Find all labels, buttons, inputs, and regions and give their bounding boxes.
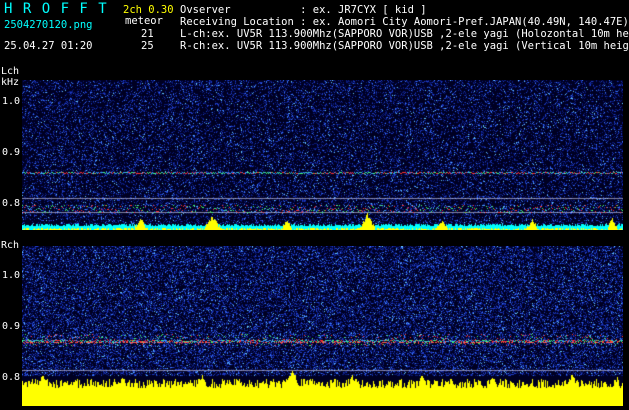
lch-meteor-count: 21 bbox=[141, 28, 154, 40]
rch-channel-label: Rch bbox=[1, 240, 20, 251]
lch-spectrogram bbox=[22, 80, 623, 230]
lch-waterfall-canvas bbox=[22, 80, 623, 230]
rch-ytick-0.8: 0.8 bbox=[1, 372, 20, 383]
mode-label: 2ch 0.30 bbox=[123, 4, 174, 16]
lch-ytick-1.0: 1.0 bbox=[1, 96, 20, 107]
rch-meteor-count: 25 bbox=[141, 40, 154, 52]
lch-unit-label: kHz bbox=[1, 77, 20, 88]
meteor-label: meteor bbox=[125, 15, 163, 27]
rch-spectrogram bbox=[22, 246, 623, 406]
rch-ytick-1.0: 1.0 bbox=[1, 270, 20, 281]
filename-label: 2504270120.png bbox=[4, 19, 93, 31]
rch-waterfall-canvas bbox=[22, 246, 623, 406]
observer-line: Ovserver : ex. JR7CYX [ kid ] bbox=[180, 4, 427, 16]
rch-info-line: R-ch:ex. UV5R 113.900Mhz(SAPPORO VOR)USB… bbox=[180, 40, 629, 52]
lch-info-line: L-ch:ex. UV5R 113.900Mhz(SAPPORO VOR)USB… bbox=[180, 28, 629, 40]
app-logo: H R O F F T bbox=[4, 1, 108, 17]
location-line: Receiving Location : ex. Aomori City Aom… bbox=[180, 16, 629, 28]
hroft-window: H R O F F T 2504270120.png 25.04.27 01:2… bbox=[0, 0, 629, 410]
timestamp-label: 25.04.27 01:20 bbox=[4, 40, 93, 52]
lch-ytick-0.8: 0.8 bbox=[1, 198, 20, 209]
lch-ytick-0.9: 0.9 bbox=[1, 147, 20, 158]
lch-channel-label: Lch bbox=[1, 66, 20, 77]
rch-ytick-0.9: 0.9 bbox=[1, 321, 20, 332]
